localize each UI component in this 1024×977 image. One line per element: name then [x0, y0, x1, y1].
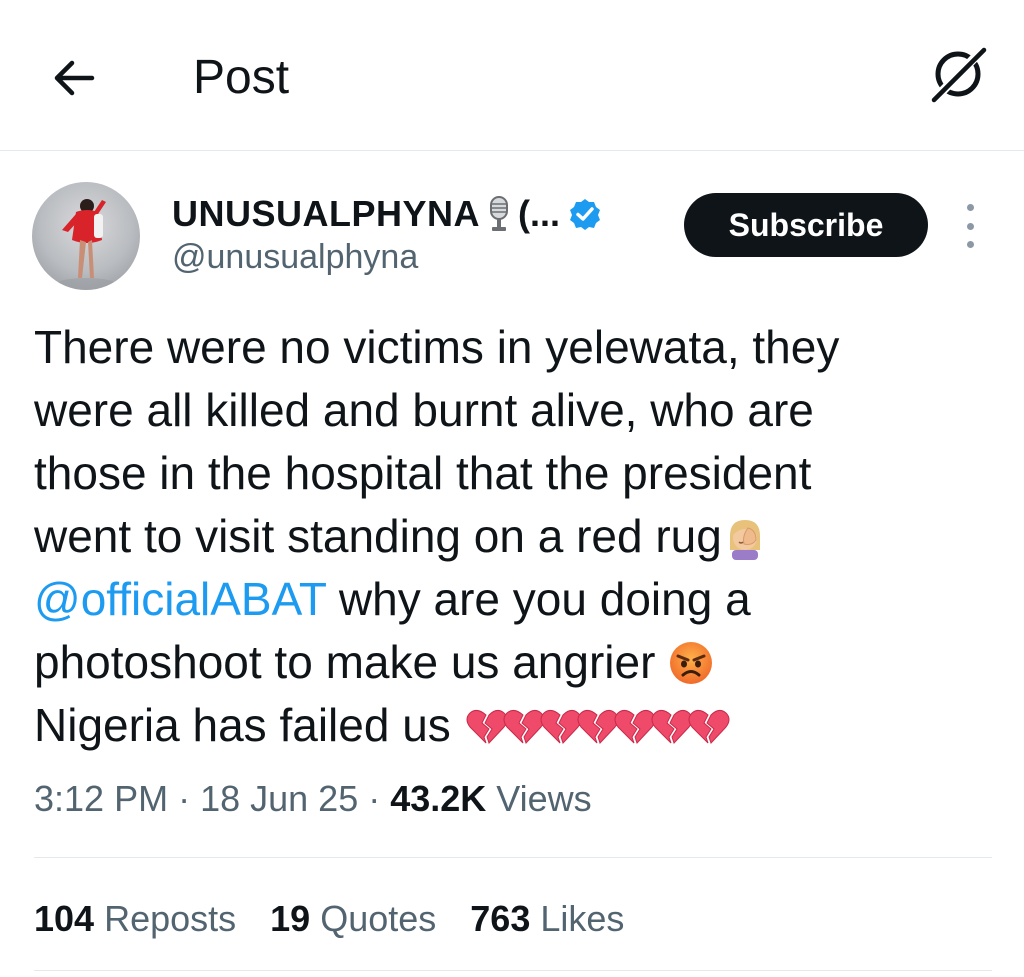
post-meta: 3:12 PM · 18 Jun 25 · 43.2K Views	[34, 778, 592, 820]
quotes-label: Quotes	[310, 898, 437, 939]
microphone-icon	[490, 196, 509, 231]
more-options-button[interactable]	[956, 204, 984, 248]
arrow-left-icon	[54, 60, 95, 96]
avatar[interactable]	[32, 182, 140, 290]
woman-facepalming-emoji	[729, 520, 760, 560]
post-text-line: photoshoot to make us angrier	[34, 631, 994, 694]
broken-hearts-group	[464, 699, 732, 751]
quotes-stat[interactable]: 19 Quotes	[270, 898, 436, 940]
page-title: Post	[193, 51, 290, 104]
back-button[interactable]	[46, 50, 102, 106]
divider	[34, 970, 992, 971]
author-name-row[interactable]: UNUSUALPHYNA (...	[172, 192, 602, 236]
likes-stat[interactable]: 763 Likes	[470, 898, 624, 940]
divider	[34, 857, 992, 858]
angry-face-emoji	[670, 642, 713, 684]
grok-icon	[927, 43, 989, 106]
reposts-count: 104	[34, 898, 95, 939]
more-dot	[966, 222, 974, 230]
author-handle[interactable]: @unusualphyna	[172, 238, 418, 277]
views-count: 43.2K	[390, 778, 487, 819]
post-text-line: those in the hospital that the president	[34, 447, 812, 499]
author-name-suffix: (...	[518, 193, 561, 234]
more-dot	[966, 241, 974, 248]
author-display-name[interactable]: UNUSUALPHYNA	[172, 193, 480, 235]
post-text-line: went to visit standing on a red rug	[34, 505, 994, 568]
post-text-segment: photoshoot to make us angrier	[34, 636, 656, 688]
more-dot	[966, 204, 974, 211]
views-label: Views	[486, 778, 592, 819]
mention-link[interactable]: @officialABAT	[34, 573, 326, 625]
post-text-line: were all killed and burnt alive, who are	[34, 384, 814, 436]
meta-separator: ·	[168, 778, 201, 819]
post-text-line: There were no victims in yelewata, they	[34, 321, 840, 373]
top-bar: Post	[0, 0, 1024, 151]
post-text-segment: went to visit standing on a red rug	[34, 510, 722, 562]
likes-label: Likes	[530, 898, 625, 939]
grok-button[interactable]	[922, 42, 994, 106]
subscribe-button[interactable]: Subscribe	[684, 193, 928, 257]
post-text: There were no victims in yelewata, they …	[34, 316, 994, 757]
profile-photo	[56, 199, 116, 290]
post-text-line: @officialABAT why are you doing a	[34, 568, 994, 631]
post-time[interactable]: 3:12 PM	[34, 778, 168, 819]
reposts-stat[interactable]: 104 Reposts	[34, 898, 236, 940]
verified-badge-icon	[570, 199, 601, 230]
post-text-segment: Nigeria has failed us	[34, 699, 451, 751]
post-text-segment: why are you doing a	[326, 573, 751, 625]
broken-heart-emoji	[688, 709, 730, 744]
reposts-label: Reposts	[94, 898, 237, 939]
quotes-count: 19	[270, 898, 311, 939]
engagement-stats: 104 Reposts 19 Quotes 763 Likes	[34, 898, 624, 940]
meta-separator: ·	[358, 778, 391, 819]
post-date[interactable]: 18 Jun 25	[200, 778, 358, 819]
likes-count: 763	[470, 898, 531, 939]
post-text-line: Nigeria has failed us	[34, 694, 994, 757]
